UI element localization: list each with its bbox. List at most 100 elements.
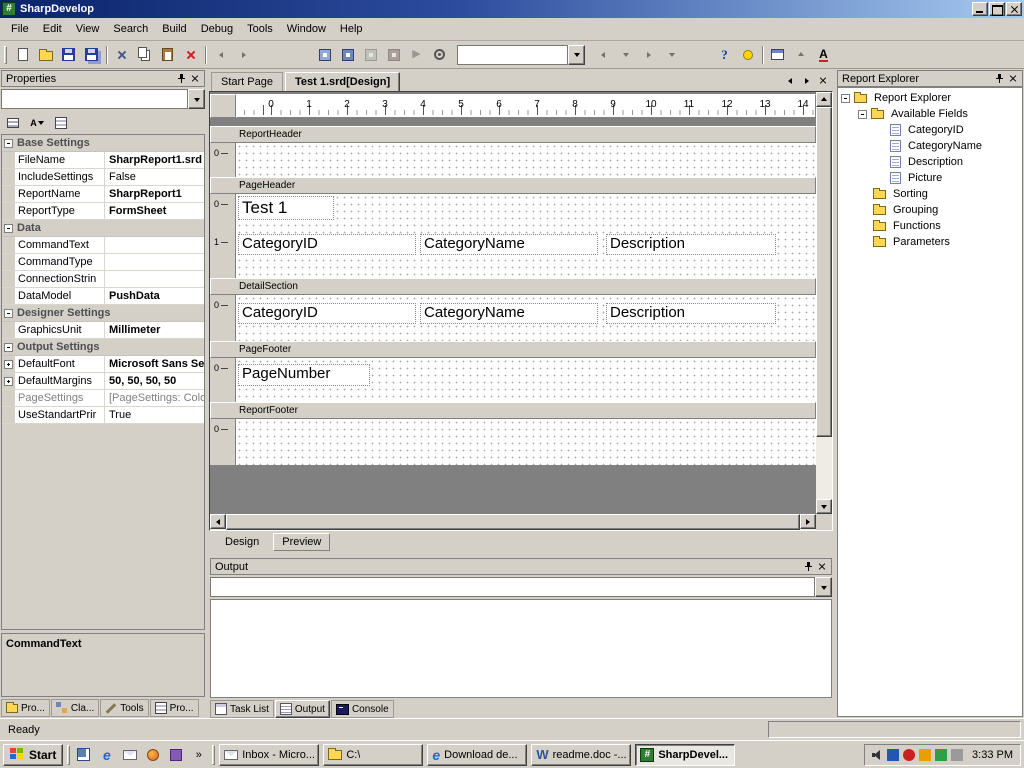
menu-tools[interactable]: Tools [240,19,280,39]
section-canvas-reportheader[interactable] [236,143,816,177]
report-item-pagenumber[interactable]: PageNumber [238,364,370,386]
tree-item-parameters[interactable]: Parameters [838,234,1022,250]
section-header-detailsection[interactable]: DetailSection [210,278,816,295]
save-file-button[interactable] [57,44,80,66]
property-name[interactable]: DefaultMargins [15,373,105,389]
report-item-categoryname[interactable]: CategoryName [420,303,598,324]
report-item-title[interactable]: Test 1 [238,196,334,220]
compile-button[interactable] [313,44,336,66]
close-document-button[interactable] [816,74,831,88]
vertical-scrollbar[interactable] [816,92,832,514]
delete-button[interactable] [179,44,202,66]
forward-button[interactable] [637,44,660,66]
section-canvas-detailsection[interactable]: CategoryID CategoryName Description [236,295,816,341]
pin-icon[interactable] [801,560,815,573]
report-item-description[interactable]: Description [606,234,776,255]
quick-launch-icon-5[interactable] [166,745,185,764]
property-value[interactable]: Millimeter [105,322,204,338]
close-panel-button[interactable] [188,72,202,85]
property-name[interactable]: GraphicsUnit [15,322,105,338]
forward-history-button[interactable] [660,44,683,66]
run-button[interactable]: ▶ [405,44,428,66]
pin-icon[interactable] [992,72,1006,85]
tab-output[interactable]: Output [275,700,330,718]
close-panel-button[interactable] [815,560,829,573]
task-button-download[interactable]: eDownload de... [427,744,527,766]
property-name[interactable]: CommandText [15,237,105,253]
property-value[interactable]: False [105,169,204,185]
section-canvas-pagefooter[interactable]: PageNumber [236,358,816,402]
cancel-build-button[interactable] [382,44,405,66]
tab-tools[interactable]: Tools [100,699,148,717]
close-panel-button[interactable] [1006,72,1020,85]
tray-icon-5[interactable] [935,749,947,761]
redo-button[interactable] [232,44,255,66]
tree-item-report-explorer[interactable]: Report Explorer [838,90,1022,106]
tab-console[interactable]: Console [331,700,394,718]
tab-classes[interactable]: Cla... [51,699,99,717]
section-header-pagefooter[interactable]: PageFooter [210,341,816,358]
new-window-button[interactable] [766,44,789,66]
tray-icon-6[interactable] [951,749,963,761]
tab-task-list[interactable]: Task List [210,700,274,718]
task-button-readme[interactable]: Wreadme.doc -... [531,744,631,766]
scroll-right-button[interactable] [800,514,816,529]
scroll-down-button[interactable] [816,499,832,514]
copy-button[interactable] [133,44,156,66]
tab-test1-design[interactable]: Test 1.srd[Design] [285,72,400,91]
save-all-button[interactable] [80,44,103,66]
object-selector-combo[interactable] [1,89,205,109]
back-button[interactable] [591,44,614,66]
collapse-icon[interactable] [4,139,13,148]
cut-button[interactable] [110,44,133,66]
quick-launch-overflow[interactable]: » [189,745,208,764]
menu-window[interactable]: Window [280,19,333,39]
tab-projects[interactable]: Pro... [1,699,50,717]
property-name[interactable]: CommandType [15,254,105,270]
property-name[interactable]: UseStandartPrir [15,407,105,423]
scroll-left-button[interactable] [210,514,226,529]
collapse-icon[interactable] [4,224,13,233]
property-name[interactable]: PageSettings [15,390,105,406]
collapse-icon[interactable] [841,94,850,103]
collapse-icon[interactable] [4,343,13,352]
property-name[interactable]: ConnectionStrin [15,271,105,287]
tab-start-page[interactable]: Start Page [211,72,283,91]
scrollbar-track[interactable] [816,107,832,499]
scroll-tabs-right-button[interactable] [799,74,814,88]
property-value[interactable] [105,237,204,253]
undo-button[interactable] [209,44,232,66]
tree-item-categoryname[interactable]: CategoryName [838,138,1022,154]
build-solution-button[interactable] [359,44,382,66]
tray-icon-4[interactable] [919,749,931,761]
tab-design[interactable]: Design [217,534,267,550]
property-category-designer-settings[interactable]: Designer Settings [2,305,204,322]
property-value[interactable]: SharpReport1 [105,186,204,202]
toolbar-grip[interactable] [4,46,7,64]
open-file-button[interactable] [34,44,57,66]
property-value[interactable]: SharpReport1.srd [105,152,204,168]
property-category-data[interactable]: Data [2,220,204,237]
menu-view[interactable]: View [69,19,107,39]
font-button[interactable]: A [812,44,835,66]
show-desktop-icon[interactable] [74,745,93,764]
scroll-up-button[interactable] [816,92,832,107]
horizontal-scrollbar[interactable] [210,514,816,530]
property-pages-button[interactable] [50,113,72,132]
combo-dropdown-button[interactable] [188,89,205,109]
tree-item-functions[interactable]: Functions [838,218,1022,234]
new-file-button[interactable] [11,44,34,66]
property-category-base-settings[interactable]: Base Settings [2,135,204,152]
media-player-icon[interactable] [143,745,162,764]
property-value[interactable]: PushData [105,288,204,304]
report-item-categoryname[interactable]: CategoryName [420,234,598,255]
task-button-inbox[interactable]: Inbox - Micro... [219,744,319,766]
paste-button[interactable] [156,44,179,66]
tray-icon-3[interactable] [903,749,915,761]
expand-icon[interactable] [4,377,13,386]
tree-item-grouping[interactable]: Grouping [838,202,1022,218]
menu-build[interactable]: Build [155,19,193,39]
help-button[interactable]: ? [713,44,736,66]
collapse-icon[interactable] [4,309,13,318]
expand-icon[interactable] [4,360,13,369]
